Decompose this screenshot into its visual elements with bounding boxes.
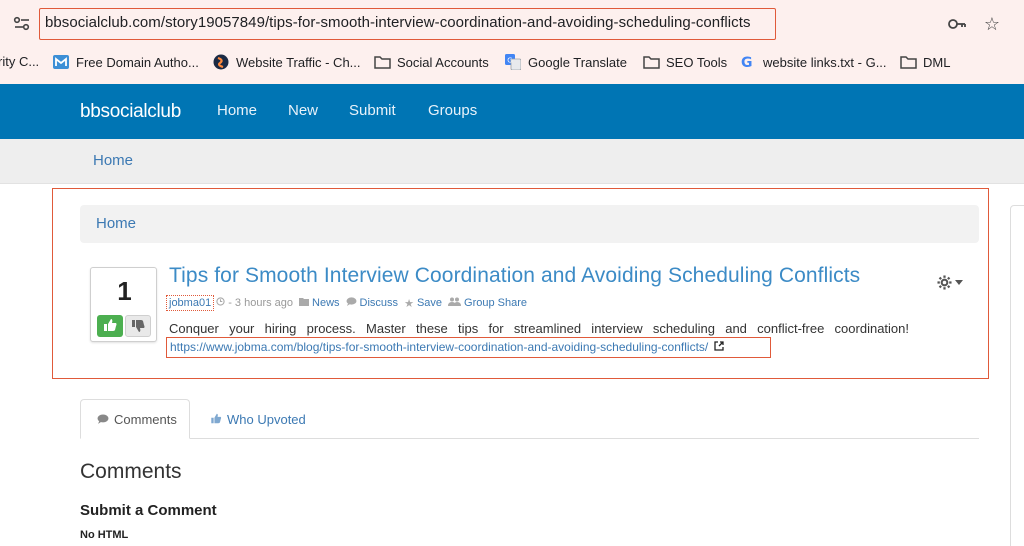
story-url[interactable]: https://www.jobma.com/blog/tips-for-smoo… — [170, 340, 708, 354]
thumbs-up-icon — [210, 412, 222, 427]
sidebar-panel-edge — [1010, 205, 1024, 546]
bookmark-item[interactable]: G Google Translate — [505, 54, 627, 71]
story-time: - 3 hours ago — [228, 297, 294, 309]
bookmark-star-icon[interactable]: ☆ — [981, 13, 1003, 35]
address-bar[interactable]: bbsocialclub.com/story19057849/tips-for-… — [45, 14, 751, 31]
save-link[interactable]: Save — [417, 297, 442, 309]
story-url-link[interactable]: https://www.jobma.com/blog/tips-for-smoo… — [170, 340, 724, 354]
comments-heading: Comments — [80, 460, 182, 483]
site-navbar: bbsocialclub Home New Submit Groups — [0, 84, 1024, 139]
tab-who-upvoted[interactable]: Who Upvoted — [194, 399, 322, 439]
bookmark-item[interactable]: Social Accounts — [374, 54, 489, 70]
story-title[interactable]: Tips for Smooth Interview Coordination a… — [169, 264, 860, 288]
similarweb-icon — [213, 54, 229, 70]
story-description: Conquer your hiring process. Master thes… — [169, 321, 909, 336]
bookmark-item[interactable]: Free Domain Autho... — [53, 54, 199, 70]
clock-icon — [216, 297, 225, 309]
gear-icon — [937, 274, 952, 290]
folder-icon — [643, 54, 660, 70]
bookmark-item[interactable]: rity C... — [0, 54, 39, 69]
bookmark-item[interactable]: SEO Tools — [643, 54, 727, 70]
nav-home[interactable]: Home — [217, 102, 257, 119]
address-row: bbsocialclub.com/story19057849/tips-for-… — [0, 0, 1024, 46]
users-icon — [448, 297, 462, 309]
svg-text:G: G — [507, 57, 512, 65]
thumbs-down-icon — [132, 320, 145, 332]
site-info-icon[interactable] — [12, 14, 34, 34]
site-brand[interactable]: bbsocialclub — [80, 101, 181, 123]
nav-new[interactable]: New — [288, 102, 318, 119]
story-category[interactable]: News — [312, 297, 340, 309]
bookmarks-bar: rity C... Free Domain Autho... Website T… — [0, 50, 1024, 78]
breadcrumb-bar: Home — [0, 139, 1024, 184]
thumbs-up-icon — [104, 319, 117, 331]
bookmark-item[interactable]: Website Traffic - Ch... — [213, 54, 361, 70]
nav-groups[interactable]: Groups — [428, 102, 477, 119]
google-icon: G — [740, 54, 756, 71]
no-html-note: No HTML — [80, 529, 129, 541]
story-settings-menu[interactable] — [937, 273, 967, 291]
submit-comment-heading: Submit a Comment — [80, 502, 217, 519]
breadcrumb-home[interactable]: Home — [93, 152, 133, 169]
chevron-down-icon — [955, 279, 963, 285]
m-logo-icon — [53, 54, 69, 70]
discuss-link[interactable]: Discuss — [360, 297, 399, 309]
story-meta: jobma01 - 3 hours ago News Discuss ★ Sav… — [166, 295, 527, 311]
comment-icon — [97, 412, 109, 427]
bookmark-item[interactable]: G website links.txt - G... — [740, 54, 887, 72]
comment-icon — [346, 297, 357, 309]
key-icon[interactable] — [946, 13, 968, 35]
star-icon: ★ — [404, 297, 414, 310]
story-author[interactable]: jobma01 — [166, 295, 215, 311]
vote-count: 1 — [117, 276, 132, 306]
upvote-button[interactable] — [97, 315, 123, 337]
bookmark-item[interactable]: DML — [900, 54, 950, 70]
browser-chrome: bbsocialclub.com/story19057849/tips-for-… — [0, 0, 1024, 84]
story-tabs: Comments Who Upvoted — [80, 399, 979, 439]
translate-icon: G — [505, 54, 522, 71]
svg-text:G: G — [741, 55, 753, 70]
folder-icon — [299, 297, 310, 309]
folder-icon — [374, 54, 391, 70]
nav-submit[interactable]: Submit — [349, 102, 396, 119]
folder-icon — [900, 54, 917, 70]
tab-comments[interactable]: Comments — [80, 399, 190, 439]
downvote-button[interactable] — [125, 315, 151, 337]
vote-box: 1 — [90, 267, 157, 342]
group-share-link[interactable]: Group Share — [464, 297, 527, 309]
external-link-icon — [714, 340, 724, 354]
